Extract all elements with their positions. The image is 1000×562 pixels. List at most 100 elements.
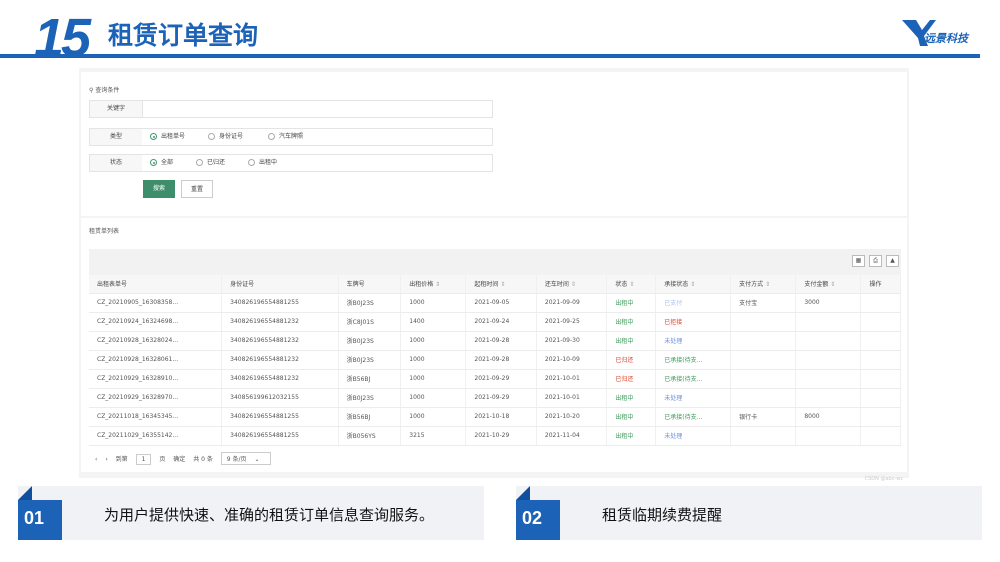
total-count: 共 0 条 bbox=[193, 456, 213, 463]
table-cell: 浙B56BJ bbox=[338, 369, 402, 389]
table-cell: 2021-09-09 bbox=[536, 293, 608, 313]
column-header[interactable]: 车牌号 bbox=[338, 275, 402, 294]
brand-name: 远景科技 bbox=[924, 32, 968, 45]
table-cell bbox=[860, 350, 901, 370]
search-button[interactable]: 搜索 bbox=[143, 180, 175, 198]
list-section-title: 租赁单列表 bbox=[89, 228, 120, 235]
column-header[interactable]: 状态 ⇕ bbox=[606, 275, 657, 294]
table-cell: 340826196554881255 bbox=[221, 426, 339, 446]
column-header[interactable]: 还车时间 ⇕ bbox=[536, 275, 608, 294]
page-unit: 页 bbox=[159, 456, 166, 463]
column-header[interactable]: 支付方式 ⇕ bbox=[730, 275, 797, 294]
table-cell: 1000 bbox=[400, 388, 467, 408]
status-radio-all[interactable]: 全部 bbox=[150, 159, 173, 167]
column-header[interactable]: 出租表单号 bbox=[89, 275, 223, 294]
table-cell: 出租中 bbox=[606, 293, 657, 313]
type-radio-order[interactable]: 出租单号 bbox=[150, 133, 185, 141]
table-cell bbox=[795, 312, 862, 332]
table-cell bbox=[730, 350, 797, 370]
table-cell: 2021-10-09 bbox=[536, 350, 608, 370]
table-cell: 2021-10-18 bbox=[465, 407, 537, 427]
column-header[interactable]: 出租价格 ⇕ bbox=[400, 275, 467, 294]
feature-badge: 01 bbox=[18, 486, 62, 540]
table-cell: CZ_20211018_16345345... bbox=[89, 407, 223, 427]
table-cell: 未处理 bbox=[655, 388, 732, 408]
search-icon: ⚲ bbox=[89, 87, 94, 94]
table-cell: 2021-11-04 bbox=[536, 426, 608, 446]
print-icon[interactable]: ⎙ bbox=[869, 255, 882, 267]
type-label: 类型 bbox=[90, 129, 142, 145]
table-cell: 340826196554881232 bbox=[221, 331, 339, 351]
table-cell: 银行卡 bbox=[730, 407, 797, 427]
table-cell bbox=[730, 388, 797, 408]
column-header[interactable]: 操作 bbox=[860, 275, 901, 294]
table-cell bbox=[795, 350, 862, 370]
reset-button[interactable]: 重置 bbox=[181, 180, 213, 198]
sort-icon[interactable]: ⇕ bbox=[763, 281, 770, 288]
table-cell: 2021-09-29 bbox=[465, 388, 537, 408]
sort-icon[interactable]: ⇕ bbox=[828, 281, 835, 288]
chevron-down-icon: ⌄ bbox=[254, 456, 260, 463]
column-header[interactable]: 支付金额 ⇕ bbox=[795, 275, 862, 294]
table-row[interactable]: CZ_20210928_16328061... 34082619655488123… bbox=[89, 350, 901, 370]
table-cell bbox=[860, 426, 901, 446]
status-radio-renting[interactable]: 出租中 bbox=[248, 159, 277, 167]
page-size-select[interactable]: 9 条/页 ⌄ bbox=[220, 452, 272, 465]
table-cell: 2021-10-01 bbox=[536, 369, 608, 389]
app-screenshot: ⚲ 查询条件 关键字 类型 出租单号 身份证号 汽车牌照 状态 全部 已归还 出… bbox=[79, 68, 909, 482]
status-row: 状态 全部 已归还 出租中 bbox=[89, 154, 493, 172]
watermark: CSDN @abc-wz bbox=[864, 476, 903, 482]
keyword-row: 关键字 bbox=[89, 100, 493, 118]
table-cell: 8000 bbox=[795, 407, 862, 427]
table-cell: 2021-09-24 bbox=[465, 312, 537, 332]
table-cell: 出租中 bbox=[606, 426, 657, 446]
type-radio-idcard[interactable]: 身份证号 bbox=[208, 133, 243, 141]
table-row[interactable]: CZ_20210924_16324698... 34082619655488123… bbox=[89, 312, 901, 332]
table-row[interactable]: CZ_20210929_16328970... 34085619961203215… bbox=[89, 388, 901, 408]
table-row[interactable]: CZ_20211029_16355142... 34082619655488125… bbox=[89, 426, 901, 446]
table-cell bbox=[795, 369, 862, 389]
table-cell: 2021-09-28 bbox=[465, 331, 537, 351]
page-input[interactable]: 1 bbox=[135, 454, 152, 465]
type-radio-plate[interactable]: 汽车牌照 bbox=[268, 133, 303, 141]
table-cell: 2021-09-25 bbox=[536, 312, 608, 332]
radio-icon bbox=[196, 159, 203, 166]
table-cell bbox=[730, 369, 797, 389]
table-cell bbox=[860, 407, 901, 427]
table-row[interactable]: CZ_20211018_16345345... 34082619655488125… bbox=[89, 407, 901, 427]
prev-page-icon[interactable]: ‹ bbox=[95, 456, 97, 463]
table-row[interactable]: CZ_20210905_16308358... 34082619655488125… bbox=[89, 293, 901, 313]
sort-icon[interactable]: ⇕ bbox=[498, 281, 505, 288]
export-icon[interactable]: ▲ bbox=[886, 255, 899, 267]
table-cell: 已拒接 bbox=[655, 312, 732, 332]
table-cell: 浙B056YS bbox=[338, 426, 402, 446]
column-header[interactable]: 承接状态 ⇕ bbox=[655, 275, 732, 294]
status-radio-returned[interactable]: 已归还 bbox=[196, 159, 225, 167]
feature-text: 为用户提供快速、准确的租赁订单信息查询服务。 bbox=[104, 506, 435, 524]
table-cell: 340826196554881232 bbox=[221, 312, 339, 332]
sort-icon[interactable]: ⇕ bbox=[627, 281, 634, 288]
columns-icon[interactable]: ▦ bbox=[852, 255, 865, 267]
table-body: CZ_20210905_16308358... 34082619655488125… bbox=[89, 293, 901, 446]
table-cell: CZ_20210928_16328024... bbox=[89, 331, 223, 351]
table-cell: CZ_20211029_16355142... bbox=[89, 426, 223, 446]
column-header[interactable]: 身份证号 bbox=[221, 275, 339, 294]
table-row[interactable]: CZ_20210928_16328024... 34082619655488123… bbox=[89, 331, 901, 351]
column-header[interactable]: 起租时间 ⇕ bbox=[465, 275, 537, 294]
confirm-button[interactable]: 确定 bbox=[173, 454, 185, 463]
table-cell bbox=[730, 312, 797, 332]
table-cell: 浙B56BJ bbox=[338, 407, 402, 427]
table-cell: 2021-10-20 bbox=[536, 407, 608, 427]
table-cell bbox=[860, 388, 901, 408]
list-panel: 租赁单列表 ▦ ⎙ ▲ 出租表单号 身份证号 车牌号 出租价格 ⇕ 起租时间 ⇕ 还车时间… bbox=[81, 218, 907, 482]
table-cell: 2021-09-30 bbox=[536, 331, 608, 351]
table-cell: CZ_20210928_16328061... bbox=[89, 350, 223, 370]
table-row[interactable]: CZ_20210929_16328910... 34082619655488123… bbox=[89, 369, 901, 389]
table-cell: 浙C8J01S bbox=[338, 312, 402, 332]
keyword-input[interactable] bbox=[142, 101, 492, 117]
sort-icon[interactable]: ⇕ bbox=[433, 281, 440, 288]
sort-icon[interactable]: ⇕ bbox=[569, 281, 576, 288]
table-cell: CZ_20210905_16308358... bbox=[89, 293, 223, 313]
sort-icon[interactable]: ⇕ bbox=[688, 281, 695, 288]
next-page-icon[interactable]: › bbox=[105, 456, 107, 463]
